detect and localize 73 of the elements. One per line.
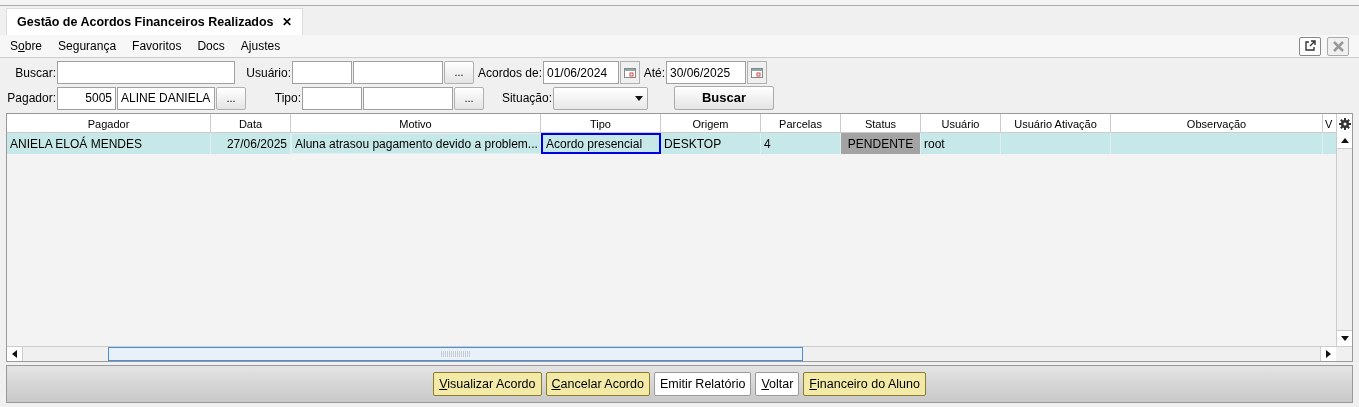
input-field[interactable]: 01/06/2024 — [543, 61, 619, 84]
field-label: Usuário: — [245, 64, 291, 82]
settings-button[interactable] — [1337, 114, 1352, 133]
scroll-right-button[interactable] — [1320, 347, 1336, 361]
input-field[interactable]: 5005 — [57, 86, 116, 110]
action-button[interactable]: Cancelar Acordo — [545, 372, 650, 396]
table-cell: Aluna atrasou pagamento devido a problem... — [291, 133, 541, 154]
scroll-down-button[interactable] — [1337, 330, 1352, 346]
field-label: Pagador: — [6, 90, 56, 107]
table-cell: 27/06/2025 — [211, 133, 291, 154]
external-link-icon — [1304, 40, 1316, 52]
up-arrow-icon — [1340, 138, 1349, 143]
field-label: Acordos de: — [476, 64, 542, 82]
column-header[interactable]: Parcelas — [761, 114, 841, 132]
scrollbar-thumb[interactable] — [108, 347, 803, 361]
left-arrow-icon — [12, 350, 17, 358]
table-cell: root — [921, 133, 1001, 154]
input-field[interactable] — [302, 86, 362, 110]
field-label: Buscar: — [14, 64, 56, 82]
table-cell — [1323, 133, 1336, 154]
close-icon — [1332, 40, 1344, 52]
input-field[interactable] — [363, 86, 453, 110]
down-arrow-icon — [1340, 336, 1349, 341]
dropdown-arrow-icon — [635, 95, 643, 101]
menu-item[interactable]: Docs — [197, 37, 225, 55]
menu-item[interactable]: Sobre — [10, 37, 43, 55]
column-header[interactable]: Tipo — [541, 114, 661, 132]
lookup-button[interactable]: ... — [454, 86, 484, 110]
popout-button[interactable] — [1299, 36, 1321, 56]
scroll-up-button[interactable] — [1337, 133, 1352, 149]
calendar-button[interactable] — [620, 61, 640, 84]
action-button[interactable]: Emitir Relatório — [653, 372, 752, 396]
calendar-icon — [624, 67, 636, 78]
close-button[interactable] — [1327, 36, 1349, 56]
input-field[interactable] — [57, 61, 235, 84]
lookup-button[interactable]: ... — [444, 61, 474, 84]
field-label: Situação: — [500, 90, 552, 107]
menu-item[interactable]: Favoritos — [132, 37, 182, 55]
menu-item[interactable]: Segurança — [58, 37, 117, 55]
table-cell: Acordo presencial — [541, 133, 661, 154]
calendar-icon — [751, 67, 763, 78]
field-label: Tipo: — [273, 90, 301, 107]
column-header[interactable]: Motivo — [291, 114, 541, 132]
table-cell: PENDENTE — [841, 133, 921, 154]
input-field[interactable] — [292, 61, 352, 84]
action-button[interactable]: Financeiro do Aluno — [803, 372, 926, 396]
grip-icon — [440, 351, 471, 357]
search-button[interactable]: Buscar — [674, 86, 774, 110]
input-field[interactable]: ALINE DANIELA — [117, 86, 215, 110]
column-header[interactable]: Observação — [1111, 114, 1323, 132]
calendar-button[interactable] — [747, 61, 767, 84]
table-cell: ANIELA ELOÁ MENDES — [7, 133, 211, 154]
column-header[interactable]: Pagador — [7, 114, 211, 132]
column-header[interactable]: Origem — [661, 114, 761, 132]
column-header[interactable]: Usuário Ativação — [1001, 114, 1111, 132]
right-arrow-icon — [1326, 350, 1331, 358]
action-button[interactable]: Visualizar Acordo — [433, 372, 542, 396]
input-field[interactable]: 30/06/2025 — [666, 61, 746, 84]
tab[interactable]: Gestão de Acordos Financeiros Realizados ✕ — [6, 8, 303, 35]
scroll-left-button[interactable] — [7, 347, 23, 361]
lookup-button[interactable]: ... — [216, 86, 246, 110]
column-header[interactable]: Usuário — [921, 114, 1001, 132]
column-header[interactable]: Data — [211, 114, 291, 132]
table-cell: DESKTOP — [661, 133, 761, 154]
column-header[interactable]: V — [1323, 114, 1336, 132]
field-label: Até: — [642, 64, 665, 82]
column-header[interactable]: Status — [841, 114, 921, 132]
menu-item[interactable]: Ajustes — [240, 37, 281, 55]
close-icon[interactable]: ✕ — [281, 13, 292, 31]
action-button[interactable]: Voltar — [755, 372, 800, 396]
table-cell: 4 — [761, 133, 841, 154]
situation-dropdown[interactable] — [553, 86, 648, 110]
input-field[interactable] — [353, 61, 443, 84]
